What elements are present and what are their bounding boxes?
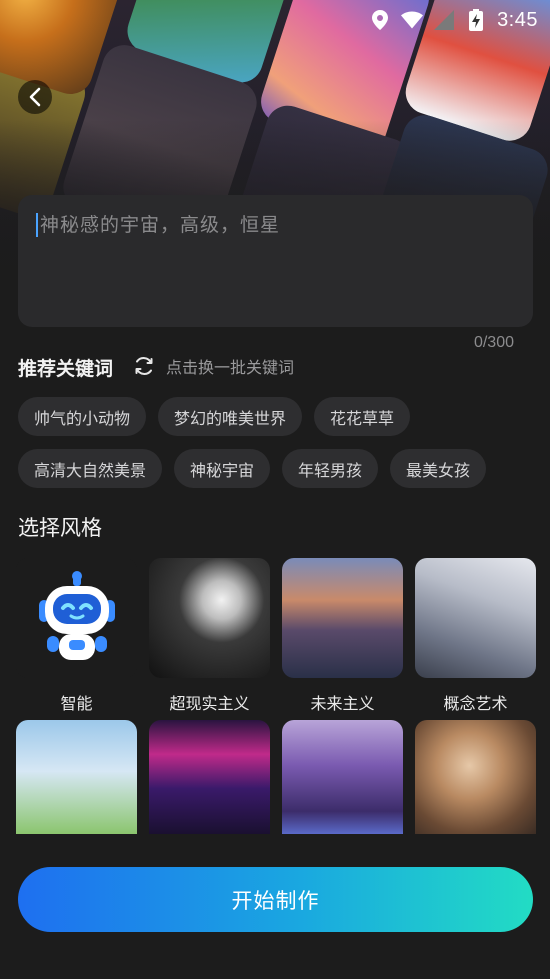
refresh-keywords-label: 点击换一批关键词 [166,358,295,377]
style-label: 智能 [60,694,93,713]
battery-charging-icon [465,9,487,31]
refresh-icon [135,357,153,375]
wifi-icon [401,9,424,31]
keyword-chip[interactable]: 高清大自然美景 [18,449,163,488]
style-card[interactable] [16,720,137,834]
style-thumbnail [415,720,536,834]
refresh-keywords-button[interactable]: 点击换一批关键词 [132,354,294,378]
style-card-futurism[interactable]: 未来主义 [282,558,403,713]
robot-icon [38,571,115,660]
location-icon [369,9,391,31]
style-card-surreal[interactable]: 超现实主义 [149,558,270,713]
styles-title: 选择风格 [18,516,102,540]
style-thumbnail [16,558,137,678]
keyword-chip[interactable]: 花花草草 [314,397,411,436]
style-card[interactable] [282,720,403,834]
prompt-placeholder: 神秘感的宇宙，高级，恒星 [36,213,515,237]
style-card[interactable] [149,720,270,834]
style-label: 未来主义 [310,694,375,713]
start-button[interactable]: 开始制作 [18,867,533,932]
style-thumbnail [415,558,536,678]
keyword-chips: 帅气的小动物 梦幻的唯美世界 花花草草 高清大自然美景 神秘宇宙 年轻男孩 最美… [18,397,538,501]
style-grid: 智能 超现实主义 未来主义 概念艺术 [16,558,536,834]
style-label: 超现实主义 [169,694,250,713]
style-card[interactable] [415,720,536,834]
style-card-smart[interactable]: 智能 [16,558,137,713]
style-label: 概念艺术 [443,694,508,713]
back-button[interactable] [18,80,52,114]
keyword-chip[interactable]: 年轻男孩 [282,449,379,488]
keywords-title: 推荐关键词 [18,358,114,380]
signal-icon [433,9,455,31]
style-thumbnail [149,720,270,834]
style-thumbnail [149,558,270,678]
keyword-chip[interactable]: 梦幻的唯美世界 [158,397,303,436]
char-counter: 0/300 [473,334,514,351]
status-time: 3:45 [497,8,538,31]
style-thumbnail [16,720,137,834]
style-thumbnail [282,720,403,834]
prompt-input[interactable]: 神秘感的宇宙，高级，恒星 [18,195,533,327]
keyword-chip[interactable]: 最美女孩 [390,449,487,488]
style-thumbnail [282,558,403,678]
keyword-chip[interactable]: 神秘宇宙 [174,449,271,488]
status-bar: 3:45 [369,6,538,34]
style-card-concept-art[interactable]: 概念艺术 [415,558,536,713]
chevron-left-icon [29,87,41,107]
keyword-chip[interactable]: 帅气的小动物 [18,397,147,436]
